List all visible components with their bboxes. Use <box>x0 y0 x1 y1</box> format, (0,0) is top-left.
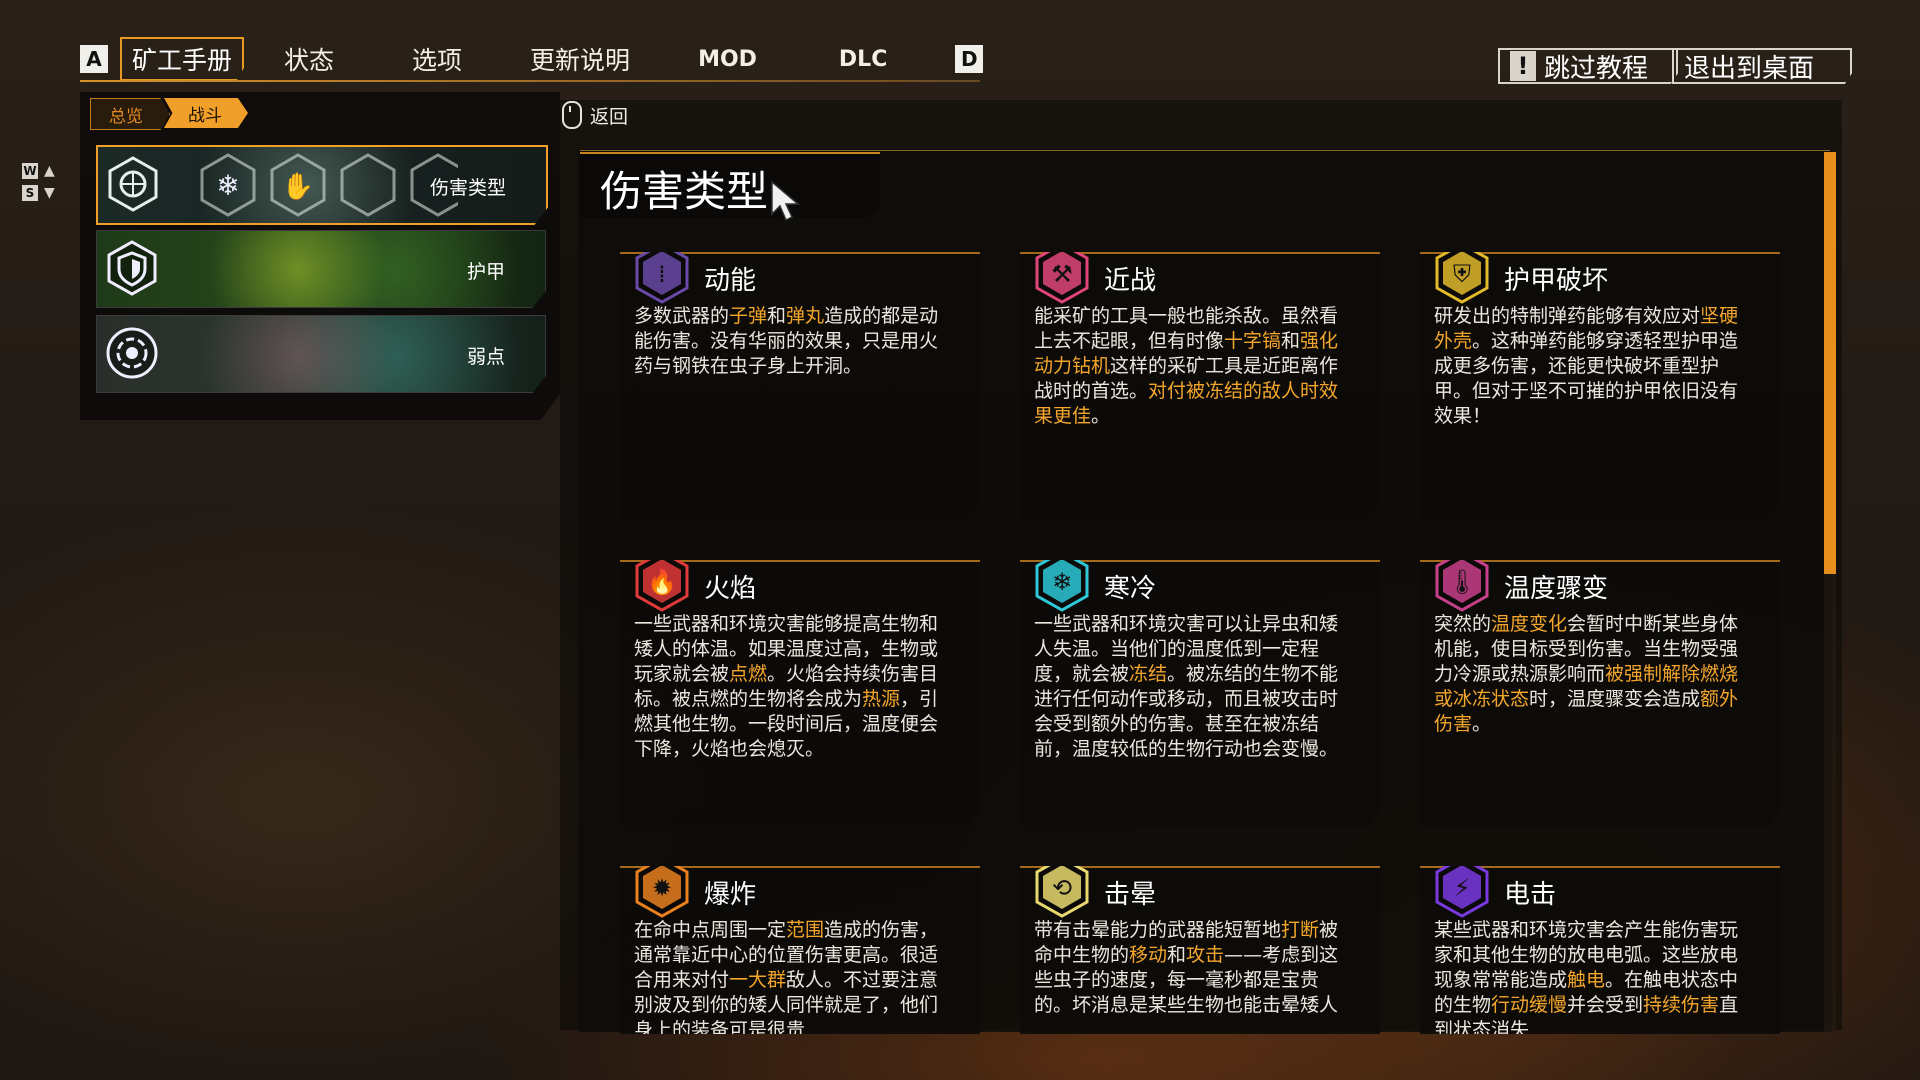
damage-card: 🔥 火焰一些武器和环境灾害能够提高生物和矮人的体温。如果温度过高，生物或玩家就会被… <box>620 560 980 826</box>
description-text: 带有击晕能力的武器能短暂地 <box>1034 919 1282 941</box>
highlighted-term: 范围 <box>786 919 825 941</box>
card-title: 电击 <box>1504 880 1557 910</box>
highlighted-term: 攻击 <box>1186 944 1225 966</box>
highlighted-term: 打断 <box>1281 919 1320 941</box>
svg-text:✹: ✹ <box>652 874 672 902</box>
svg-text:🔥: 🔥 <box>647 568 677 596</box>
card-title: 近战 <box>1104 266 1157 296</box>
pickaxe-icon: ⚒ <box>1035 252 1089 304</box>
card-description: 一些武器和环境灾害能够提高生物和矮人的体温。如果温度过高，生物或玩家就会被点燃。… <box>634 612 954 762</box>
card-title: 爆炸 <box>704 880 757 910</box>
card-description: 多数武器的子弹和弹丸造成的都是动能伤害。没有华丽的效果，只是用火药与钢铁在虫子身… <box>634 304 954 379</box>
highlighted-term: 十字镐 <box>1224 330 1282 352</box>
damage-card: ⚒ 近战能采矿的工具一般也能杀敌。虽然看上去不起眼，但有时像十字镐和强化动力钻机这… <box>1020 252 1380 518</box>
card-title: 寒冷 <box>1104 574 1157 604</box>
highlighted-term: 触电 <box>1567 969 1606 991</box>
svg-text:⚡: ⚡ <box>1454 874 1471 902</box>
svg-text:⚒: ⚒ <box>1051 260 1073 288</box>
description-text: 和 <box>1281 330 1301 352</box>
card-description: 一些武器和环境灾害可以让异虫和矮人失温。当他们的温度低到一定程度，就会被冻结。被… <box>1034 612 1354 762</box>
description-text: 。 <box>1472 713 1492 735</box>
card-title: 温度骤变 <box>1504 574 1609 604</box>
highlighted-term: 温度变化 <box>1491 613 1568 635</box>
description-text: 。 <box>1091 405 1111 427</box>
description-text: 和 <box>1167 944 1187 966</box>
damage-card: 🌡 温度骤变突然的温度变化会暂时中断某些身体机能，使目标受到伤害。当生物受强力冷源… <box>1420 560 1780 826</box>
bullets-icon: ⁞ <box>635 252 689 304</box>
description-text: 和 <box>767 305 787 327</box>
damage-card: ⁞ 动能多数武器的子弹和弹丸造成的都是动能伤害。没有华丽的效果，只是用火药与钢铁在… <box>620 252 980 518</box>
svg-text:🌡: 🌡 <box>1447 568 1477 596</box>
card-description: 能采矿的工具一般也能杀敌。虽然看上去不起眼，但有时像十字镐和强化动力钻机这样的采… <box>1034 304 1354 429</box>
thermometer-icon: 🌡 <box>1435 560 1489 612</box>
svg-text:⁞: ⁞ <box>658 260 666 288</box>
damage-card: ⛨ 护甲破坏研发出的特制弹药能够有效应对坚硬外壳。这种弹药能够穿透轻型护甲造成更多… <box>1420 252 1780 518</box>
description-text: 研发出的特制弹药能够有效应对 <box>1434 305 1701 327</box>
description-text: 。这种弹药能够穿透轻型护甲造成更多伤害，还能更快破坏重型护甲。但对于坚不可摧的护… <box>1434 330 1739 427</box>
description-text: 突然的 <box>1434 613 1492 635</box>
damage-card: ⟲ 击晕带有击晕能力的武器能短暂地打断被命中生物的移动和攻击——考虑到这些虫子的速… <box>1020 866 1380 1034</box>
description-text: 多数武器的 <box>634 305 730 327</box>
svg-text:⛨: ⛨ <box>1453 260 1471 288</box>
svg-text:⟲: ⟲ <box>1052 874 1072 902</box>
card-title: 护甲破坏 <box>1504 266 1609 296</box>
card-title: 击晕 <box>1104 880 1157 910</box>
highlighted-term: 点燃 <box>729 663 768 685</box>
snowflake-icon: ❄ <box>1035 560 1089 612</box>
highlighted-term: 弹丸 <box>786 305 825 327</box>
fire-icon: 🔥 <box>635 560 689 612</box>
card-description: 突然的温度变化会暂时中断某些身体机能，使目标受到伤害。当生物受强力冷源或热源影响… <box>1434 612 1754 737</box>
description-text: 时，温度骤变会造成 <box>1529 688 1701 710</box>
card-description: 研发出的特制弹药能够有效应对坚硬外壳。这种弹药能够穿透轻型护甲造成更多伤害，还能… <box>1434 304 1754 429</box>
card-description: 在命中点周围一定范围造成的伤害，通常靠近中心的位置伤害更高。很适合用来对付一大群… <box>634 918 954 1034</box>
card-description: 带有击晕能力的武器能短暂地打断被命中生物的移动和攻击——考虑到这些虫子的速度，每… <box>1034 918 1354 1018</box>
stun-icon: ⟲ <box>1035 866 1089 918</box>
description-text: 并会受到 <box>1567 994 1644 1016</box>
lightning-icon: ⚡ <box>1435 866 1489 918</box>
damage-card: ✹ 爆炸在命中点周围一定范围造成的伤害，通常靠近中心的位置伤害更高。很适合用来对付… <box>620 866 980 1034</box>
highlighted-term: 子弹 <box>729 305 768 327</box>
highlighted-term: 持续伤害 <box>1643 994 1720 1016</box>
description-text: 在命中点周围一定 <box>634 919 787 941</box>
card-description: 某些武器和环境灾害会产生能伤害玩家和其他生物的放电电弧。这些放电现象常常能造成触… <box>1434 918 1754 1034</box>
card-title: 动能 <box>704 266 757 296</box>
explosion-icon: ✹ <box>635 866 689 918</box>
highlighted-term: 行动缓慢 <box>1491 994 1568 1016</box>
highlighted-term: 一大群 <box>729 969 787 991</box>
svg-text:❄: ❄ <box>1052 568 1072 596</box>
armor-break-icon: ⛨ <box>1435 252 1489 304</box>
damage-card: ❄ 寒冷一些武器和环境灾害可以让异虫和矮人失温。当他们的温度低到一定程度，就会被冻… <box>1020 560 1380 826</box>
highlighted-term: 移动 <box>1129 944 1168 966</box>
damage-card: ⚡ 电击某些武器和环境灾害会产生能伤害玩家和其他生物的放电电弧。这些放电现象常常能… <box>1420 866 1780 1034</box>
cards-viewport: ⁞ 动能多数武器的子弹和弹丸造成的都是动能伤害。没有华丽的效果，只是用火药与钢铁在… <box>0 0 1920 1034</box>
highlighted-term: 冻结 <box>1129 663 1168 685</box>
card-title: 火焰 <box>704 574 757 604</box>
highlighted-term: 热源 <box>862 688 901 710</box>
